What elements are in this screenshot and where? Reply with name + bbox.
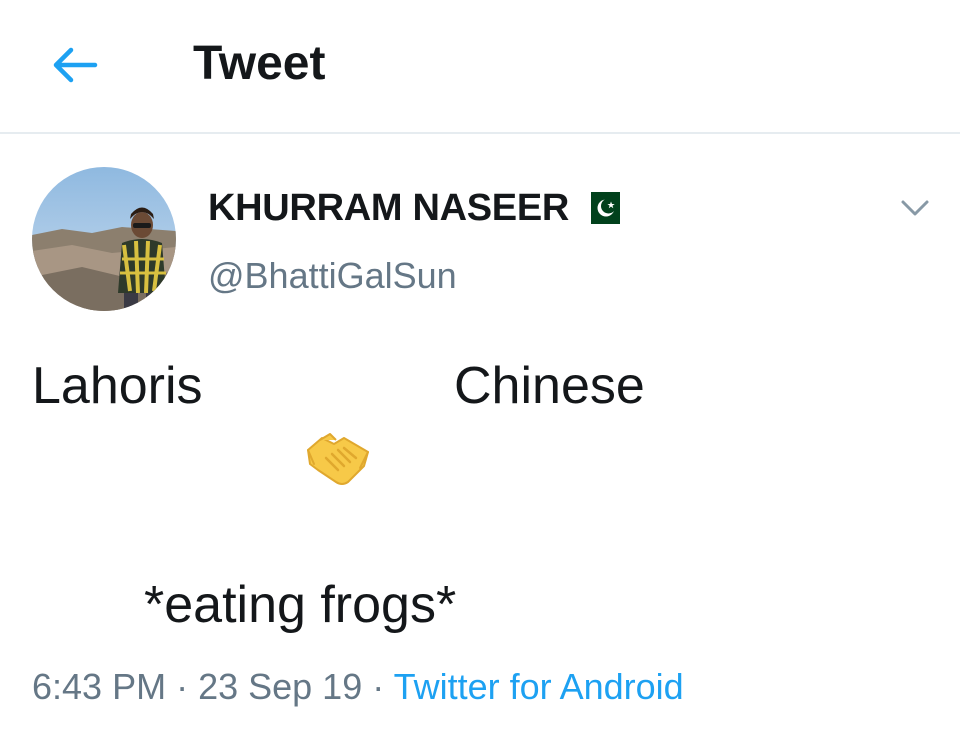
tweet-source-link[interactable]: Twitter for Android: [394, 666, 684, 707]
author-handle[interactable]: @BhattiGalSun: [208, 254, 457, 298]
page-title: Tweet: [193, 37, 326, 90]
tweet-date: 23 Sep 19: [198, 666, 363, 707]
handshake-icon: [307, 433, 369, 485]
arrow-left-icon: [53, 47, 98, 83]
tweet-options-button[interactable]: [893, 190, 937, 226]
top-app-bar: Tweet: [0, 0, 960, 134]
back-button[interactable]: [40, 30, 110, 100]
pakistan-flag-icon: [582, 192, 620, 224]
tweet-metadata: 6:43 PM · 23 Sep 19 · Twitter for Androi…: [32, 664, 684, 710]
author-name[interactable]: KHURRAM NASEER: [208, 186, 569, 230]
tweet-text-action: *eating frogs*: [144, 576, 457, 634]
tweet-time: 6:43 PM: [32, 666, 167, 707]
meta-separator: ·: [362, 666, 394, 707]
chevron-down-icon: [901, 200, 929, 216]
tweet-text-right: Chinese: [454, 357, 645, 415]
tweet-text-left: Lahoris: [32, 357, 203, 415]
avatar[interactable]: [32, 167, 176, 311]
meta-separator: ·: [166, 666, 199, 707]
tweet-detail-screen: Tweet KHURRAM NASEER @BhattiGalSun Lahor…: [0, 0, 960, 733]
avatar-photo: [32, 167, 176, 311]
